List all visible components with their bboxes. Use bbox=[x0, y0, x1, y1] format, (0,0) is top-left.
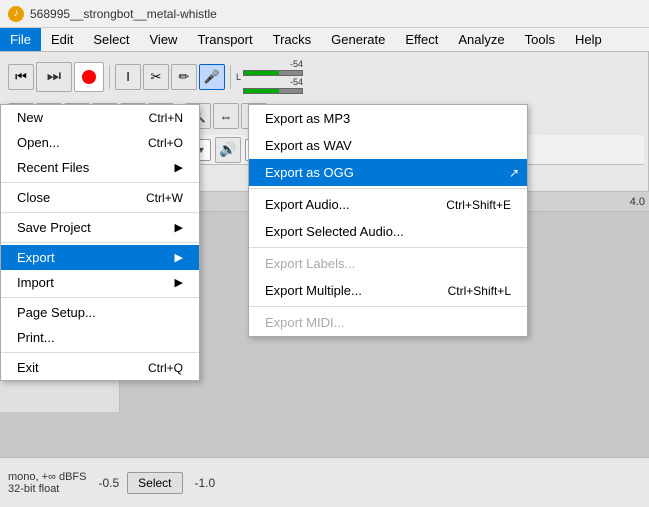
sep1 bbox=[1, 182, 199, 183]
submenu-sep1 bbox=[249, 188, 527, 189]
menu-bar: File Edit Select View Transport Tracks G… bbox=[0, 28, 649, 52]
export-audio-shortcut: Ctrl+Shift+E bbox=[446, 198, 511, 212]
transport-row: ⏮ ⏭ I ✂ ✏ 🎤 L -54 -54 bbox=[4, 56, 644, 97]
db-value: -1.0 bbox=[195, 476, 216, 490]
export-wav[interactable]: Export as WAV bbox=[249, 132, 527, 159]
selection-tool[interactable]: I bbox=[115, 64, 141, 90]
export-submenu: Export as MP3 Export as WAV Export as OG… bbox=[248, 104, 528, 337]
status-info: mono, +∞ dBFS 32-bit float bbox=[8, 471, 86, 495]
zoom-label-L: L bbox=[236, 64, 241, 90]
submenu-sep3 bbox=[249, 306, 527, 307]
menu-file[interactable]: File bbox=[0, 28, 41, 51]
file-dropdown: New Ctrl+N Open... Ctrl+O Recent Files ▶… bbox=[0, 104, 200, 381]
menu-print[interactable]: Print... bbox=[1, 325, 199, 350]
menu-tracks[interactable]: Tracks bbox=[263, 28, 322, 51]
zoom-in-tool[interactable]: 🎤 bbox=[199, 64, 225, 90]
play-skip-btn[interactable]: ⏭ bbox=[36, 62, 72, 92]
export-audio[interactable]: Export Audio... Ctrl+Shift+E bbox=[249, 191, 527, 218]
select-button[interactable]: Select bbox=[127, 472, 182, 494]
select-btn-label: Select bbox=[138, 476, 171, 490]
menu-close[interactable]: Close Ctrl+W bbox=[1, 185, 199, 210]
export-mp3[interactable]: Export as MP3 bbox=[249, 105, 527, 132]
menu-open[interactable]: Open... Ctrl+O bbox=[1, 130, 199, 155]
title-bar: ♪ 568995__strongbot__metal-whistle bbox=[0, 0, 649, 28]
timeline-marker: 4.0 bbox=[630, 196, 645, 208]
export-arrow: ▶ bbox=[175, 251, 183, 264]
export-multiple[interactable]: Export Multiple... Ctrl+Shift+L bbox=[249, 277, 527, 304]
zoom-out[interactable]: ⇔ bbox=[213, 103, 239, 129]
menu-edit[interactable]: Edit bbox=[41, 28, 83, 51]
export-multiple-shortcut: Ctrl+Shift+L bbox=[448, 284, 511, 298]
menu-help[interactable]: Help bbox=[565, 28, 612, 51]
menu-tools[interactable]: Tools bbox=[515, 28, 565, 51]
menu-effect[interactable]: Effect bbox=[395, 28, 448, 51]
envelope-tool[interactable]: ✂ bbox=[143, 64, 169, 90]
main-content: ⏮ ⏭ I ✂ ✏ 🎤 L -54 -54 bbox=[0, 52, 649, 507]
menu-export[interactable]: Export ▶ bbox=[1, 245, 199, 270]
record-btn[interactable] bbox=[74, 62, 104, 92]
sep2 bbox=[1, 212, 199, 213]
draw-tool[interactable]: ✏ bbox=[171, 64, 197, 90]
save-arrow: ▶ bbox=[175, 221, 183, 234]
status-value: -0.5 bbox=[98, 476, 119, 490]
menu-transport[interactable]: Transport bbox=[187, 28, 262, 51]
import-arrow: ▶ bbox=[175, 276, 183, 289]
menu-page-setup[interactable]: Page Setup... bbox=[1, 300, 199, 325]
cursor-arrow: ↗ bbox=[509, 166, 519, 180]
menu-recent-files[interactable]: Recent Files ▶ bbox=[1, 155, 199, 180]
export-selected-audio[interactable]: Export Selected Audio... bbox=[249, 218, 527, 245]
menu-analyze[interactable]: Analyze bbox=[448, 28, 514, 51]
status-bar: mono, +∞ dBFS 32-bit float -0.5 Select -… bbox=[0, 457, 649, 507]
export-midi: Export MIDI... bbox=[249, 309, 527, 336]
record-dot bbox=[82, 70, 96, 84]
menu-view[interactable]: View bbox=[140, 28, 188, 51]
menu-import[interactable]: Import ▶ bbox=[1, 270, 199, 295]
status-line1: mono, +∞ dBFS bbox=[8, 471, 86, 483]
menu-generate[interactable]: Generate bbox=[321, 28, 395, 51]
skip-back-btn[interactable]: ⏮ bbox=[8, 64, 34, 90]
speaker-icon[interactable]: 🔊 bbox=[215, 137, 241, 163]
db-display: -0.5 bbox=[98, 476, 119, 490]
menu-exit[interactable]: Exit Ctrl+Q bbox=[1, 355, 199, 380]
sep4 bbox=[1, 297, 199, 298]
menu-save-project[interactable]: Save Project ▶ bbox=[1, 215, 199, 240]
menu-select[interactable]: Select bbox=[83, 28, 139, 51]
app-icon: ♪ bbox=[8, 6, 24, 22]
window-title: 568995__strongbot__metal-whistle bbox=[30, 7, 217, 21]
menu-new[interactable]: New Ctrl+N bbox=[1, 105, 199, 130]
recent-arrow: ▶ bbox=[175, 161, 183, 174]
submenu-sep2 bbox=[249, 247, 527, 248]
sep5 bbox=[1, 352, 199, 353]
export-ogg[interactable]: Export as OGG ↗ bbox=[249, 159, 527, 186]
export-labels: Export Labels... bbox=[249, 250, 527, 277]
status-line2: 32-bit float bbox=[8, 483, 86, 495]
sep3 bbox=[1, 242, 199, 243]
